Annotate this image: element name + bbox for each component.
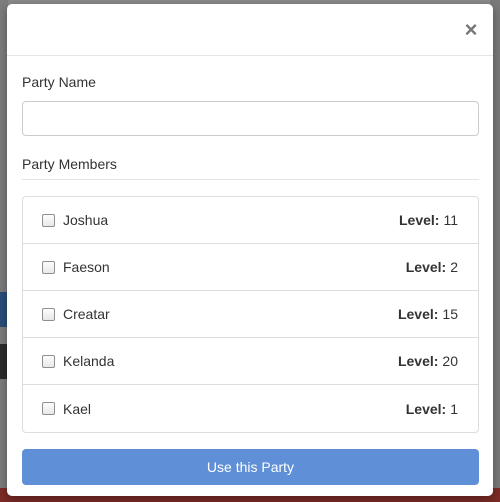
level-label: Level: <box>405 400 447 417</box>
member-checkbox[interactable] <box>42 354 55 368</box>
member-checkbox[interactable] <box>42 307 55 321</box>
member-name: Creatar <box>63 306 110 322</box>
member-name: Kael <box>63 400 92 417</box>
member-name: Joshua <box>63 212 109 228</box>
list-item: Creatar Level: 15 <box>23 291 478 338</box>
member-name: Faeson <box>63 259 110 275</box>
modal-body: Party Name Party Members Joshua Level: 1… <box>7 56 493 485</box>
member-name: Kelanda <box>63 353 115 369</box>
member-list: Joshua Level: 11 Faeson Level: 2 Creatar… <box>22 196 479 433</box>
close-icon: × <box>464 17 478 42</box>
list-item: Faeson Level: 2 <box>23 244 478 291</box>
use-party-button[interactable]: Use this Party <box>22 449 479 485</box>
level-label: Level: <box>397 306 439 322</box>
member-level: 20 <box>442 353 458 369</box>
member-checkbox[interactable] <box>42 260 55 274</box>
party-name-label: Party Name <box>22 74 96 90</box>
party-name-input[interactable] <box>22 101 479 136</box>
level-label: Level: <box>405 259 447 275</box>
member-checkbox[interactable] <box>42 402 55 415</box>
member-level: 2 <box>450 259 458 275</box>
list-item: Kael Level: 1 <box>23 385 478 432</box>
list-item: Joshua Level: 11 <box>23 197 478 244</box>
close-button[interactable]: × <box>461 18 481 42</box>
member-level: 1 <box>450 400 458 417</box>
member-level: 11 <box>443 212 458 228</box>
list-item: Kelanda Level: 20 <box>23 338 478 385</box>
member-level: 15 <box>442 306 458 322</box>
party-modal: × Party Name Party Members Joshua Level:… <box>7 4 493 496</box>
level-label: Level: <box>397 353 439 369</box>
level-label: Level: <box>398 212 440 228</box>
party-members-label: Party Members <box>22 156 479 180</box>
modal-header: × <box>7 4 493 56</box>
member-checkbox[interactable] <box>42 213 55 227</box>
